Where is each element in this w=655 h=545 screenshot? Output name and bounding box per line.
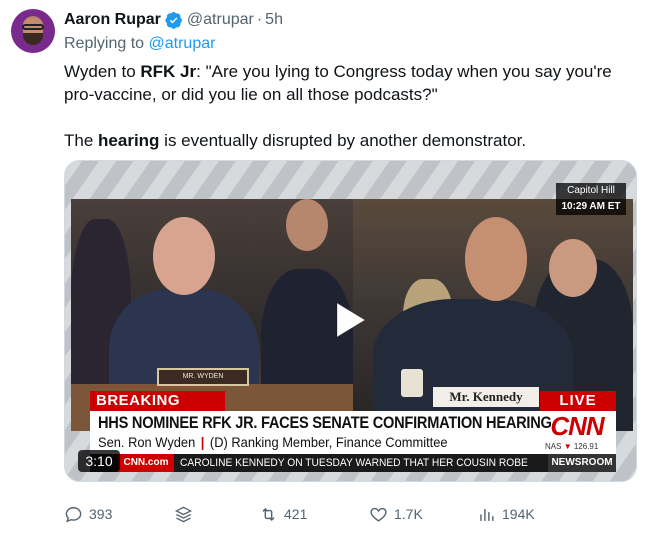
market-value: 126.91 <box>573 442 599 451</box>
replying-prefix: Replying to <box>64 35 145 52</box>
speaker-separator: | <box>200 434 205 450</box>
views-button[interactable]: 194K <box>477 503 535 525</box>
tweet-text: Wyden to RFK Jr: "Are you lying to Congr… <box>64 60 644 152</box>
wyden-head <box>153 217 215 295</box>
chyron-headline: HHS NOMINEE RFK JR. FACES SENATE CONFIRM… <box>98 413 552 432</box>
ticker-brand: NEWSROOM <box>548 454 616 472</box>
kennedy-head <box>465 217 527 301</box>
time-badge: 10:29 AM ET <box>556 199 626 215</box>
speaker-role: (D) Ranking Member, Finance Committee <box>209 434 448 450</box>
reply-button[interactable]: 393 <box>64 503 112 525</box>
text-span: Wyden to <box>64 62 141 81</box>
ticker-text: CAROLINE KENNEDY ON TUESDAY WARNED THAT … <box>180 457 528 469</box>
avatar-beard <box>23 33 43 45</box>
market-down-icon: ▼ <box>563 442 572 451</box>
reply-icon <box>65 506 82 522</box>
bg-person-head <box>286 199 328 251</box>
author-handle[interactable]: @atrupar <box>187 11 254 29</box>
verified-badge-icon[interactable] <box>165 11 183 29</box>
location-badge: Capitol Hill <box>556 183 626 199</box>
header-separator: · <box>256 11 263 28</box>
like-count: 1.7K <box>394 506 423 522</box>
ticker-logo: CNN.com <box>118 454 174 472</box>
views-count: 194K <box>502 506 535 522</box>
replying-to-link[interactable]: @atrupar <box>149 35 216 52</box>
coffee-cup <box>401 369 423 397</box>
stack-button[interactable] <box>174 503 199 525</box>
play-icon[interactable] <box>333 301 367 339</box>
tweet-actions: 393 421 1.7K 194K <box>64 503 644 525</box>
cnn-logo: CNN <box>550 411 604 441</box>
bold-entity-hearing: hearing <box>98 131 160 150</box>
kennedy-nameplate: Mr. Kennedy <box>433 387 539 407</box>
views-chart-icon <box>480 508 494 521</box>
market-label: NAS <box>545 442 562 451</box>
tweet-paragraph-2: The hearing is eventually disrupted by a… <box>64 129 644 152</box>
bold-entity-rfk: RFK Jr <box>140 62 197 81</box>
retweet-icon <box>262 507 275 521</box>
author-name[interactable]: Aaron Rupar <box>64 11 161 29</box>
tweet-timestamp[interactable]: 5h <box>265 11 283 29</box>
author-avatar[interactable] <box>11 9 55 53</box>
avatar-glasses <box>22 24 44 30</box>
video-player[interactable]: Capitol Hill 10:29 AM ET MR. WYDEN Mr. K… <box>64 160 637 482</box>
bg-person-right-head <box>549 239 597 297</box>
heart-icon <box>370 507 387 522</box>
breaking-news-label: BREAKING NEWS <box>90 391 225 429</box>
chyron-subline: Sen. Ron Wyden | (D) Ranking Member, Finan… <box>98 434 448 450</box>
news-ticker: CNN.com CAROLINE KENNEDY ON TUESDAY WARN… <box>90 454 616 472</box>
reply-count: 393 <box>89 506 113 522</box>
replying-to-line: Replying to @atrupar <box>64 35 215 53</box>
retweet-button[interactable]: 421 <box>259 503 307 525</box>
wyden-nameplate: MR. WYDEN <box>157 368 249 386</box>
live-label: LIVE <box>540 391 616 411</box>
video-duration: 3:10 <box>78 450 120 472</box>
lower-third: HHS NOMINEE RFK JR. FACES SENATE CONFIRM… <box>90 411 616 454</box>
market-ticker: NAS ▼ 126.91 <box>545 442 598 451</box>
tweet-paragraph-1: Wyden to RFK Jr: "Are you lying to Congr… <box>64 60 644 106</box>
retweet-count: 421 <box>284 506 308 522</box>
tweet-header: Aaron Rupar @atrupar · 5h <box>64 10 283 30</box>
like-button[interactable]: 1.7K <box>369 503 423 525</box>
text-span: is eventually disrupted by another demon… <box>159 131 527 150</box>
text-span: The <box>64 131 99 150</box>
speaker-name: Sen. Ron Wyden <box>98 434 196 450</box>
layers-icon <box>174 506 193 522</box>
